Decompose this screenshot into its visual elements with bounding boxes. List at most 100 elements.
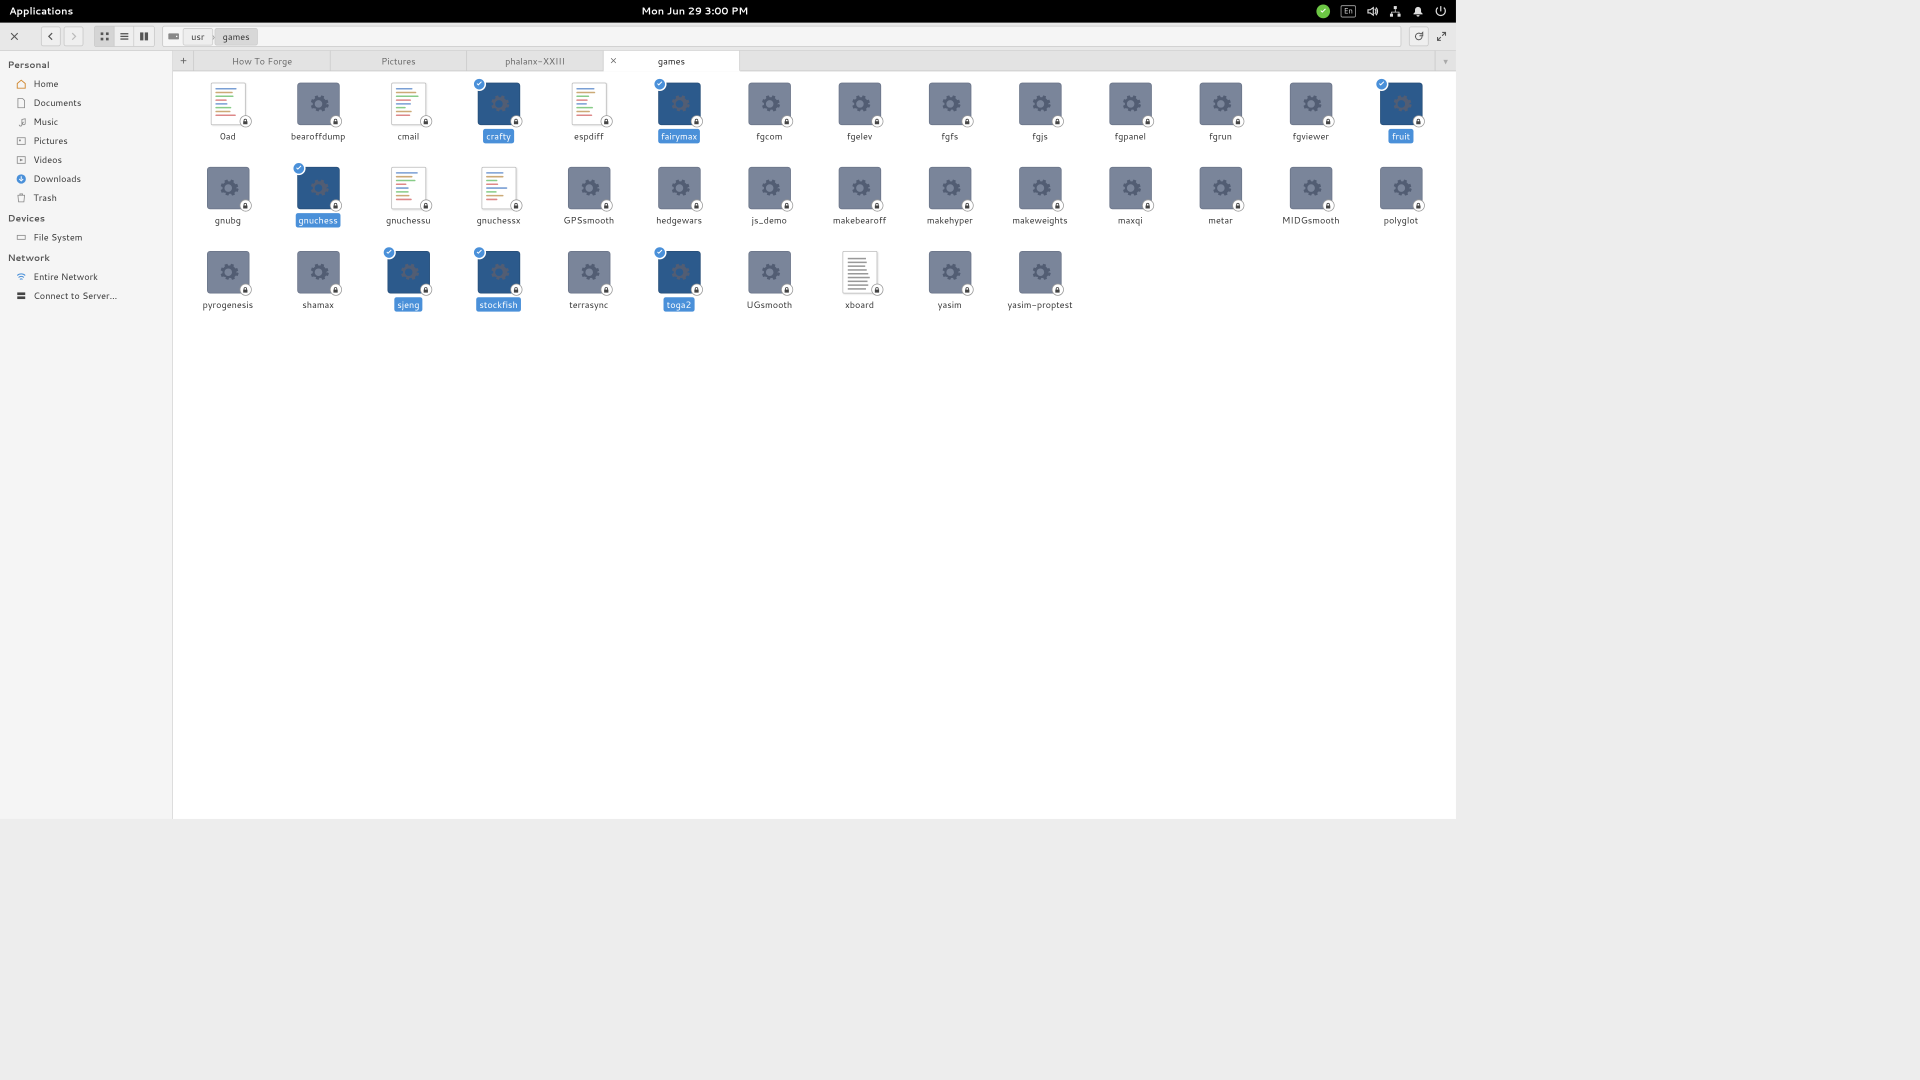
filesystem-root-icon[interactable]	[166, 29, 181, 44]
readonly-lock-icon	[781, 284, 793, 296]
file-item[interactable]: metar	[1179, 166, 1262, 227]
compact-view-button[interactable]	[134, 27, 154, 47]
path-bar: usr games	[162, 26, 1401, 47]
tab-phalanx-xxiii[interactable]: phalanx-XXIII	[467, 51, 603, 71]
file-item[interactable]: cmail	[367, 82, 450, 143]
file-item[interactable]: espdiff	[547, 82, 630, 143]
tab-close-icon[interactable]	[608, 55, 619, 66]
home-icon	[15, 78, 27, 90]
file-item[interactable]: makehyper	[908, 166, 991, 227]
file-item[interactable]: bearoffdump	[277, 82, 360, 143]
file-item[interactable]: fairymax	[638, 82, 721, 143]
sidebar-item-trash[interactable]: Trash	[0, 188, 172, 207]
readonly-lock-icon	[1232, 115, 1244, 127]
tab-how-to-forge[interactable]: How To Forge	[194, 51, 330, 71]
file-item[interactable]: gnuchessu	[367, 166, 450, 227]
file-item[interactable]: fgcom	[728, 82, 811, 143]
file-item[interactable]: 0ad	[187, 82, 270, 143]
file-item[interactable]: makeweights	[999, 166, 1082, 227]
file-item[interactable]: gnuchessx	[457, 166, 540, 227]
file-item[interactable]: stockfish	[457, 250, 540, 311]
file-item[interactable]: crafty	[457, 82, 540, 143]
sidebar-item-entire-network[interactable]: Entire Network	[0, 267, 172, 286]
readonly-lock-icon	[871, 115, 883, 127]
icon-view-button[interactable]	[95, 27, 115, 47]
refresh-button[interactable]	[1409, 27, 1429, 47]
sidebar-item-connect-server[interactable]: Connect to Server...	[0, 286, 172, 305]
sidebar-item-downloads[interactable]: Downloads	[0, 169, 172, 188]
file-label: fgfs	[938, 129, 961, 143]
sidebar-item-pictures[interactable]: Pictures	[0, 131, 172, 150]
new-tab-button[interactable]	[173, 51, 194, 71]
icon-view[interactable]: 0adbearoffdump cmail craftyespdiff fairymax…	[173, 71, 1456, 819]
file-label: gnuchessx	[474, 213, 524, 227]
file-item[interactable]: yasim-proptest	[999, 250, 1082, 311]
file-item[interactable]: fgfs	[908, 82, 991, 143]
file-label: fairymax	[658, 129, 700, 143]
file-item[interactable]: fgrun	[1179, 82, 1262, 143]
tab-label: phalanx-XXIII	[505, 54, 565, 67]
close-button[interactable]	[5, 27, 25, 47]
file-item[interactable]: yasim	[908, 250, 991, 311]
readonly-lock-icon	[239, 284, 251, 296]
file-label: pyrogenesis	[200, 297, 257, 311]
file-item[interactable]: xboard	[818, 250, 901, 311]
file-item[interactable]: toga2	[638, 250, 721, 311]
file-item[interactable]: fgviewer	[1269, 82, 1352, 143]
tab-games[interactable]: games	[604, 51, 740, 71]
sidebar-item-documents[interactable]: Documents	[0, 93, 172, 112]
file-item[interactable]: UGsmooth	[728, 250, 811, 311]
sidebar-item-label: Music	[33, 115, 58, 128]
file-item[interactable]: js_demo	[728, 166, 811, 227]
forward-button[interactable]	[64, 27, 84, 47]
pictures-icon	[15, 135, 27, 147]
file-item[interactable]: fgpanel	[1089, 82, 1172, 143]
file-item[interactable]: fruit	[1360, 82, 1443, 143]
file-item[interactable]: pyrogenesis	[187, 250, 270, 311]
file-item[interactable]: terrasync	[547, 250, 630, 311]
path-segment-games[interactable]: games	[214, 28, 258, 45]
network-icon[interactable]	[1389, 5, 1401, 17]
file-label: fruit	[1389, 129, 1413, 143]
file-item[interactable]: gnubg	[187, 166, 270, 227]
tab-overflow-button[interactable]: ▾	[1435, 51, 1456, 71]
tab-pictures[interactable]: Pictures	[331, 51, 467, 71]
input-language-indicator[interactable]: En	[1341, 5, 1356, 17]
sidebar-item-music[interactable]: Music	[0, 112, 172, 131]
file-item[interactable]: maxqi	[1089, 166, 1172, 227]
file-item[interactable]: shamax	[277, 250, 360, 311]
file-label: cmail	[394, 129, 422, 143]
file-item[interactable]: GPSsmooth	[547, 166, 630, 227]
readonly-lock-icon	[961, 199, 973, 211]
file-item[interactable]: MIDGsmooth	[1269, 166, 1352, 227]
file-label: gnubg	[212, 213, 244, 227]
readonly-lock-icon	[871, 284, 883, 296]
sidebar-item-label: Entire Network	[33, 270, 98, 283]
sidebar-item-videos[interactable]: Videos	[0, 150, 172, 169]
list-view-button[interactable]	[115, 27, 135, 47]
file-item[interactable]: fgelev	[818, 82, 901, 143]
update-available-icon[interactable]	[1316, 5, 1330, 19]
sidebar-item-home[interactable]: Home	[0, 74, 172, 93]
file-item[interactable]: makebearoff	[818, 166, 901, 227]
applications-menu[interactable]: Applications	[9, 5, 73, 19]
volume-icon[interactable]	[1366, 5, 1378, 17]
notifications-icon[interactable]	[1412, 5, 1424, 17]
maximize-button[interactable]	[1432, 27, 1452, 47]
main-area: How To ForgePictures phalanx-XXIII games ▾…	[173, 51, 1456, 819]
panel-clock[interactable]: Mon Jun 29 3:00 PM	[73, 5, 1316, 19]
file-label: xboard	[842, 297, 877, 311]
file-item[interactable]: sjeng	[367, 250, 450, 311]
file-item[interactable]: polyglot	[1360, 166, 1443, 227]
top-panel: Applications Mon Jun 29 3:00 PM En	[0, 0, 1456, 23]
readonly-lock-icon	[510, 284, 522, 296]
sidebar-item-filesystem[interactable]: File System	[0, 227, 172, 246]
file-item[interactable]: fgjs	[999, 82, 1082, 143]
power-icon[interactable]	[1435, 5, 1447, 17]
back-button[interactable]	[41, 27, 61, 47]
file-item[interactable]: hedgewars	[638, 166, 721, 227]
file-item[interactable]: gnuchess	[277, 166, 360, 227]
file-label: yasim-proptest	[1004, 297, 1075, 311]
music-icon	[15, 116, 27, 128]
path-segment-usr[interactable]: usr	[183, 28, 213, 45]
